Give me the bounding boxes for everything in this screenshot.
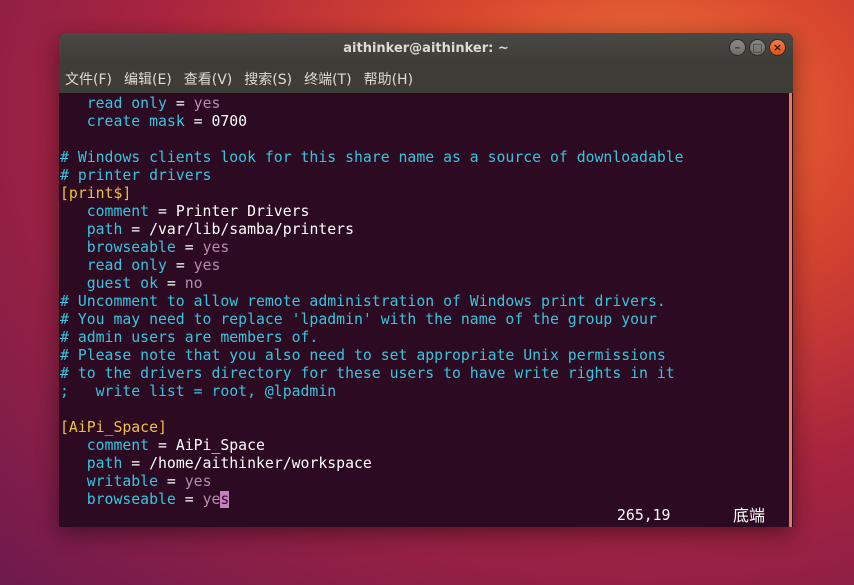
terminal-text-segment: yes bbox=[202, 239, 230, 256]
terminal-text-segment: guest ok bbox=[86, 275, 159, 292]
maximize-button[interactable]: □ bbox=[749, 39, 766, 56]
terminal-line: browseable = yes bbox=[60, 239, 787, 257]
terminal-text-segment: = bbox=[175, 491, 203, 508]
minimize-button[interactable]: – bbox=[729, 39, 746, 56]
terminal-text-segment: = bbox=[158, 275, 185, 292]
terminal-text-segment: create mask bbox=[86, 113, 185, 130]
menu-edit[interactable]: 编辑(E) bbox=[124, 69, 172, 89]
terminal-text-segment: no bbox=[184, 275, 203, 292]
terminal-line: # You may need to replace 'lpadmin' with… bbox=[60, 311, 787, 329]
terminal-scrollbar[interactable] bbox=[787, 93, 793, 527]
terminal-text-segment: = /var/lib/samba/printers bbox=[122, 221, 354, 238]
terminal-content[interactable]: read only = yes create mask = 0700 # Wind… bbox=[59, 93, 787, 527]
menu-terminal[interactable]: 终端(T) bbox=[304, 69, 351, 89]
terminal-text-segment: ; write list = root, @lpadmin bbox=[60, 383, 337, 400]
terminal-text-segment: = bbox=[175, 239, 203, 256]
scroll-position-label: 底端 bbox=[733, 506, 766, 525]
close-button[interactable]: × bbox=[769, 39, 786, 56]
terminal-text-segment: = /home/aithinker/workspace bbox=[122, 455, 372, 472]
maximize-icon: □ bbox=[752, 41, 763, 54]
window-title: aithinker@aithinker: ~ bbox=[343, 41, 509, 56]
terminal-line: read only = yes bbox=[60, 95, 787, 113]
minimize-icon: – bbox=[734, 41, 741, 54]
terminal-line: # Uncomment to allow remote administrati… bbox=[60, 293, 787, 311]
terminal-text-segment: = bbox=[166, 257, 194, 274]
terminal-text-segment: [print$] bbox=[60, 185, 132, 202]
terminal-line: # to the drivers directory for these use… bbox=[60, 365, 787, 383]
terminal-line: [AiPi_Space] bbox=[60, 419, 787, 437]
terminal-text-segment: # printer drivers bbox=[60, 167, 212, 184]
menu-search[interactable]: 搜索(S) bbox=[244, 69, 292, 89]
terminal-text-segment: [AiPi_Space] bbox=[60, 419, 167, 436]
terminal-line: writable = yes bbox=[60, 473, 787, 491]
terminal-text-segment: comment bbox=[86, 437, 150, 454]
terminal-text-segment: = bbox=[158, 473, 185, 490]
terminal-text-segment: # Please note that you also need to set … bbox=[60, 347, 666, 364]
window-controls: – □ × bbox=[729, 39, 786, 56]
terminal-text-segment: = Printer Drivers bbox=[149, 203, 310, 220]
close-icon: × bbox=[772, 41, 783, 54]
terminal-text-segment: = bbox=[166, 95, 194, 112]
terminal-text-segment: # Windows clients look for this share na… bbox=[60, 149, 684, 166]
terminal-text-segment: path bbox=[86, 455, 123, 472]
terminal-text-segment: path bbox=[86, 221, 123, 238]
menu-help[interactable]: 帮助(H) bbox=[364, 69, 413, 89]
terminal-text-segment: browseable bbox=[86, 239, 176, 256]
terminal-line: ; write list = root, @lpadmin bbox=[60, 383, 787, 401]
terminal-text-segment: comment bbox=[86, 203, 150, 220]
terminal-text-segment: read only bbox=[86, 257, 167, 274]
terminal-line: # Windows clients look for this share na… bbox=[60, 149, 787, 167]
terminal-text-segment: yes bbox=[193, 257, 221, 274]
title-bar[interactable]: aithinker@aithinker: ~ – □ × bbox=[59, 33, 793, 64]
terminal-text-segment: browseable bbox=[86, 491, 176, 508]
terminal-window: aithinker@aithinker: ~ – □ × 文件(F) 编辑(E)… bbox=[59, 33, 793, 527]
scrollbar-thumb[interactable] bbox=[789, 93, 792, 527]
terminal-line: comment = AiPi_Space bbox=[60, 437, 787, 455]
terminal-text-segment: yes bbox=[193, 95, 221, 112]
terminal-line: guest ok = no bbox=[60, 275, 787, 293]
terminal-text-segment: = AiPi_Space bbox=[149, 437, 265, 454]
vim-status-line: 265,19 底端 bbox=[59, 507, 787, 525]
terminal-line: [print$] bbox=[60, 185, 787, 203]
terminal-line: comment = Printer Drivers bbox=[60, 203, 787, 221]
terminal-line: read only = yes bbox=[60, 257, 787, 275]
terminal-text-segment: yes bbox=[184, 473, 212, 490]
terminal-text-segment: # to the drivers directory for these use… bbox=[60, 365, 675, 382]
terminal-text-segment: # Uncomment to allow remote administrati… bbox=[60, 293, 666, 310]
terminal-line: # printer drivers bbox=[60, 167, 787, 185]
menu-file[interactable]: 文件(F) bbox=[65, 69, 112, 89]
terminal-text-segment: ye bbox=[202, 491, 221, 508]
terminal-line: # admin users are members of. bbox=[60, 329, 787, 347]
terminal-text-segment: # You may need to replace 'lpadmin' with… bbox=[60, 311, 657, 328]
terminal-text-segment: read only bbox=[86, 95, 167, 112]
terminal-text-segment: = 0700 bbox=[184, 113, 248, 130]
terminal-text-segment: writable bbox=[86, 473, 159, 490]
text-cursor: s bbox=[220, 491, 230, 508]
terminal-line: # Please note that you also need to set … bbox=[60, 347, 787, 365]
terminal-text-segment: # admin users are members of. bbox=[60, 329, 319, 346]
terminal-line: path = /var/lib/samba/printers bbox=[60, 221, 787, 239]
menu-view[interactable]: 查看(V) bbox=[184, 69, 233, 89]
cursor-position: 265,19 bbox=[617, 507, 671, 524]
terminal-line: create mask = 0700 bbox=[60, 113, 787, 131]
terminal-line: path = /home/aithinker/workspace bbox=[60, 455, 787, 473]
terminal-lines: read only = yes create mask = 0700 # Wind… bbox=[60, 95, 787, 509]
menu-bar: 文件(F) 编辑(E) 查看(V) 搜索(S) 终端(T) 帮助(H) bbox=[59, 64, 793, 93]
